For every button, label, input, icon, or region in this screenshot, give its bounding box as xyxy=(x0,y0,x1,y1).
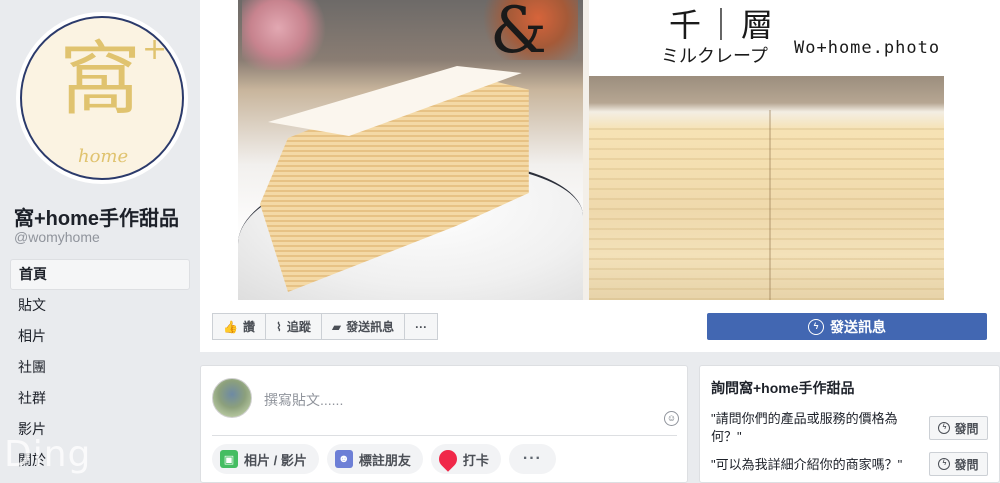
messenger-icon: ϟ xyxy=(938,458,951,470)
send-message-button[interactable]: ϟ 發送訊息 xyxy=(707,313,987,340)
nav-item-home[interactable]: 首頁 xyxy=(10,259,190,290)
send-message-small-button[interactable]: ▰ 發送訊息 xyxy=(320,313,406,340)
ask-label-1: 發問 xyxy=(954,421,979,436)
cake-layers xyxy=(589,120,944,300)
cover-photo[interactable]: & 千｜層 ミルクレープ Wo+home.photo xyxy=(238,0,944,300)
nav-item-community[interactable]: 社群 xyxy=(10,383,190,414)
nav-item-photos[interactable]: 相片 xyxy=(10,321,190,352)
messenger-icon: ϟ xyxy=(808,318,824,335)
cover-brand-site: Wo+home.photo xyxy=(794,38,941,58)
follow-button[interactable]: ⌇ 追蹤 xyxy=(264,313,322,340)
photo-video-label: 相片 / 影片 xyxy=(244,452,307,468)
tag-friends-button[interactable]: ☻ 標註朋友 xyxy=(326,444,423,474)
ampersand-decoration: & xyxy=(490,0,547,68)
tag-friends-label: 標註朋友 xyxy=(358,452,411,468)
tag-friends-icon: ☻ xyxy=(334,450,353,468)
cake-cut-line xyxy=(769,110,771,300)
send-message-main-label: 發送訊息 xyxy=(830,318,886,335)
flowers-decoration xyxy=(242,0,332,70)
rss-icon: ⌇ xyxy=(275,319,282,334)
message-icon: ▰ xyxy=(331,319,342,334)
ask-question-price: "請問你們的產品或服務的價格為何？" xyxy=(711,411,898,444)
follow-label: 追蹤 xyxy=(286,320,311,334)
nav-item-groups[interactable]: 社團 xyxy=(10,352,190,383)
ask-label-2: 發問 xyxy=(954,457,979,472)
logo-plus: + xyxy=(142,32,168,67)
thumbs-up-icon: 👍 xyxy=(223,319,238,334)
ask-panel-title: 詢問窩+home手作甜品 xyxy=(711,380,855,396)
page-action-bar: 👍 讚 ⌇ 追蹤 ▰ 發送訊息 ··· xyxy=(212,313,439,340)
page-handle[interactable]: @womyhome xyxy=(14,229,100,245)
post-composer: 撰寫貼文...... ☺ ▣ 相片 / 影片 ☻ 標註朋友 打卡 ··· xyxy=(200,365,688,483)
cover-photo-left: & xyxy=(238,0,583,300)
avatar[interactable] xyxy=(212,378,252,418)
ask-question-business: "可以為我詳細介紹你的商家嗎？" xyxy=(711,457,903,472)
cover-photo-right: 千｜層 ミルクレープ Wo+home.photo xyxy=(589,0,944,300)
ask-button-1[interactable]: ϟ 發問 xyxy=(929,416,988,440)
check-in-label: 打卡 xyxy=(462,452,489,468)
composer-input[interactable]: 撰寫貼文...... xyxy=(264,390,343,410)
send-message-label: 發送訊息 xyxy=(346,320,395,334)
like-label: 讚 xyxy=(242,320,255,334)
logo-glyph: 窩 xyxy=(60,33,140,126)
watermark: Ding xyxy=(4,434,92,475)
like-button[interactable]: 👍 讚 xyxy=(212,313,266,340)
ask-button-2[interactable]: ϟ 發問 xyxy=(929,452,988,476)
photo-icon: ▣ xyxy=(220,450,238,468)
cover-brand-japanese: ミルクレープ xyxy=(661,46,768,67)
logo-subtext: home xyxy=(78,146,129,167)
cover-brand-title: 千｜層 xyxy=(669,6,778,44)
cover-panel: & 千｜層 ミルクレープ Wo+home.photo 👍 讚 ⌇ 追蹤 ▰ 發送… xyxy=(200,0,1000,352)
messenger-icon: ϟ xyxy=(938,422,951,434)
check-in-button[interactable]: 打卡 xyxy=(430,444,501,474)
composer-more-button[interactable]: ··· xyxy=(508,444,556,474)
ask-page-panel: 詢問窩+home手作甜品 "請問你們的產品或服務的價格為何？" ϟ 發問 "可以… xyxy=(699,365,1000,483)
left-sidebar: 窩 + home 窩+home手作甜品 @womyhome 首頁 貼文 相片 社… xyxy=(0,0,200,483)
divider xyxy=(212,435,677,436)
composer-more-label: ··· xyxy=(522,450,542,467)
location-pin-icon xyxy=(435,446,461,472)
page-profile-picture[interactable]: 窩 + home xyxy=(16,12,188,184)
page-title[interactable]: 窩+home手作甜品 xyxy=(14,202,179,231)
composer-actions: ▣ 相片 / 影片 ☻ 標註朋友 打卡 ··· xyxy=(212,444,564,474)
logo-image: 窩 + home xyxy=(20,16,184,180)
more-label: ··· xyxy=(415,319,428,334)
photo-video-button[interactable]: ▣ 相片 / 影片 xyxy=(212,444,319,474)
more-options-button[interactable]: ··· xyxy=(404,313,439,340)
emoji-icon[interactable]: ☺ xyxy=(664,411,679,426)
nav-item-posts[interactable]: 貼文 xyxy=(10,290,190,321)
